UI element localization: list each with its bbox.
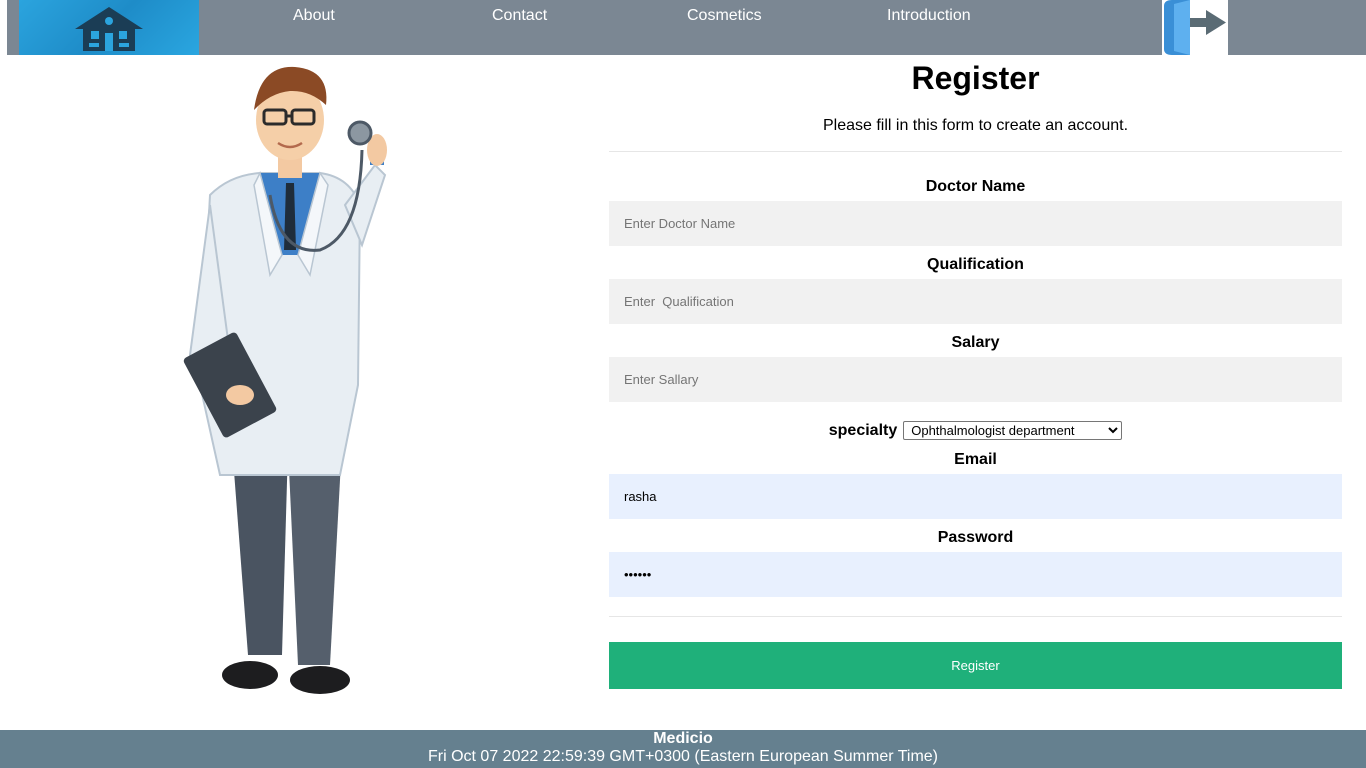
doctor-illustration (170, 55, 450, 715)
nav-link-cosmetics[interactable]: Cosmetics (687, 7, 762, 25)
email-label: Email (954, 451, 997, 468)
nav-link-about[interactable]: About (293, 7, 335, 25)
footer: Medicio Fri Oct 07 2022 22:59:39 GMT+030… (0, 730, 1366, 768)
home-icon (75, 6, 143, 51)
logout-button[interactable] (1162, 0, 1228, 55)
nav-link-introduction[interactable]: Introduction (887, 7, 971, 25)
top-navbar: About Contact Cosmetics Introduction (7, 0, 1366, 55)
specialty-row: specialty Ophthalmologist department (609, 421, 1342, 440)
qualification-input[interactable] (609, 279, 1342, 324)
email-input[interactable] (609, 474, 1342, 519)
logout-icon (1164, 0, 1226, 55)
password-input[interactable] (609, 552, 1342, 597)
password-label: Password (937, 529, 1014, 546)
salary-input[interactable] (609, 357, 1342, 402)
specialty-label: specialty (828, 421, 898, 439)
qualification-label: Qualification (927, 256, 1024, 273)
salary-label: Salary (951, 334, 1000, 351)
home-logo[interactable] (19, 0, 199, 55)
divider-top (609, 151, 1342, 152)
footer-datetime: Fri Oct 07 2022 22:59:39 GMT+0300 (Easte… (427, 748, 939, 765)
register-button[interactable]: Register (609, 642, 1342, 689)
nav-link-contact[interactable]: Contact (492, 7, 547, 25)
register-title: Register (911, 60, 1040, 96)
doctor-name-input[interactable] (609, 201, 1342, 246)
register-subtitle: Please fill in this form to create an ac… (822, 117, 1129, 134)
doctor-name-label: Doctor Name (925, 178, 1026, 195)
divider-bottom (609, 616, 1342, 617)
footer-brand: Medicio (653, 730, 713, 747)
specialty-select[interactable]: Ophthalmologist department (903, 421, 1123, 440)
